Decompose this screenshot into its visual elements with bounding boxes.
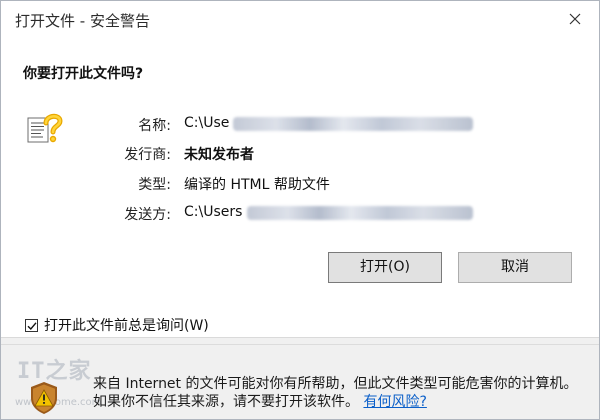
sender-label: 发送方: <box>124 207 171 223</box>
redacted-name <box>233 117 473 131</box>
document-question-icon <box>25 109 65 153</box>
titlebar: 打开文件 - 安全警告 <box>1 1 599 37</box>
dialog-question: 你要打开此文件吗? <box>23 66 144 82</box>
warning-text-block: 来自 Internet 的文件可能对你有所帮助，但此文件类型可能危害你的计算机。… <box>93 375 583 411</box>
redacted-sender <box>247 206 473 220</box>
sender-value: C:\Users <box>184 204 243 220</box>
cancel-button[interactable]: 取消 <box>458 252 572 283</box>
window-title: 打开文件 - 安全警告 <box>15 12 150 30</box>
always-ask-option[interactable]: 打开此文件前总是询问(W) <box>25 315 209 335</box>
close-button[interactable] <box>557 4 593 34</box>
warning-text: 来自 Internet 的文件可能对你有所帮助，但此文件类型可能危害你的计算机。… <box>93 376 578 410</box>
always-ask-label: 打开此文件前总是询问(W) <box>44 318 209 334</box>
type-label: 类型: <box>138 177 171 193</box>
publisher-value: 未知发布者 <box>184 147 254 163</box>
always-ask-checkbox[interactable] <box>25 316 38 335</box>
checkmark-icon <box>27 316 37 335</box>
shield-warning-icon <box>29 381 59 419</box>
type-value: 编译的 HTML 帮助文件 <box>184 177 330 193</box>
name-value: C:\Use <box>184 115 230 131</box>
footer: IT之家 www.ithome.com 来自 Internet 的文件可能对你有… <box>1 345 599 419</box>
security-warning-dialog: 打开文件 - 安全警告 你要打开此文件吗? 名称: C:\Use 发行商: 未知… <box>0 0 600 420</box>
open-button[interactable]: 打开(O) <box>328 252 442 283</box>
risk-link[interactable]: 有何风险? <box>363 394 426 410</box>
publisher-label: 发行商: <box>124 147 171 163</box>
name-label: 名称: <box>138 118 171 134</box>
close-icon <box>569 10 581 29</box>
dialog-content: 你要打开此文件吗? 名称: C:\Use 发行商: 未知发布者 类型: 编译的 … <box>1 37 599 338</box>
